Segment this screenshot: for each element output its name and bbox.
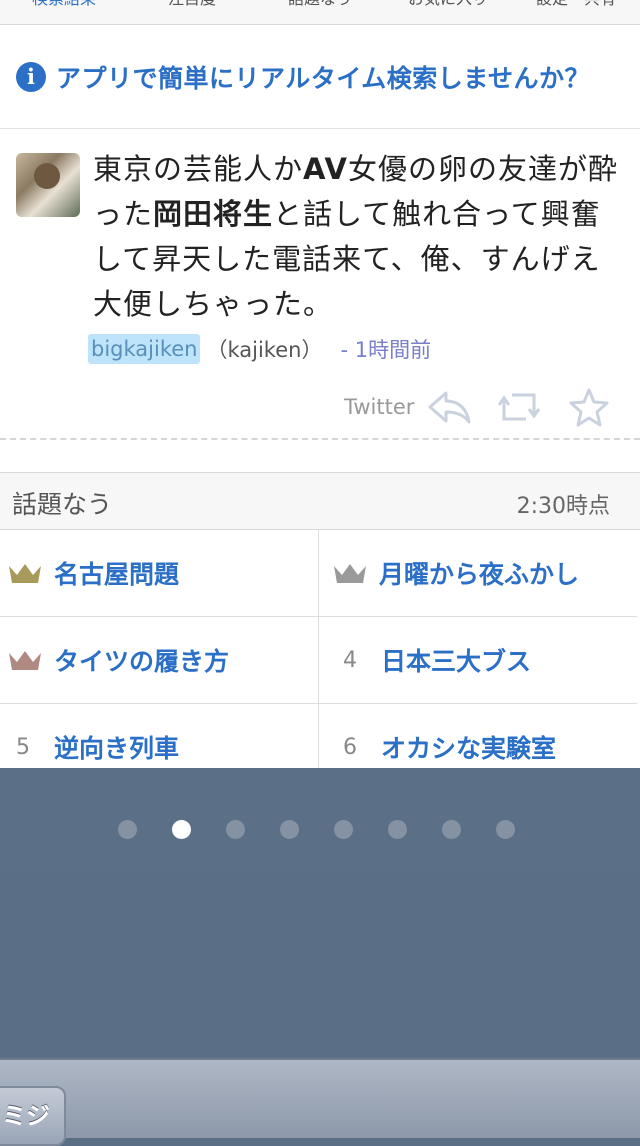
divider [0,438,640,440]
page-indicator[interactable] [118,820,550,839]
trending-item[interactable]: タイツの履き方 [0,617,319,704]
tweet-text-highlight: AV [303,152,348,186]
tweet-meta: bigkajiken （kajiken） - 1時間前 [88,334,431,364]
trending-item[interactable]: 4 日本三大ブス [319,617,637,704]
tab-attention[interactable]: 注目度 [128,0,256,24]
page-dot[interactable] [280,820,299,839]
trending-rank: 6 [343,734,357,760]
dock-button[interactable]: ミジ [0,1086,66,1146]
tweet-text: 東京の芸能人かAV女優の卵の友達が酔った岡田将生と話して触れ合って興奮して昇天し… [93,147,623,327]
retweet-icon[interactable] [498,387,544,427]
trending-header: 話題なう 2:30時点 [0,472,640,530]
trending-label: 日本三大ブス [381,647,532,676]
tab-bar: 検索結果 注目度 話題なう お気に入り 設定・共有 [0,0,640,25]
trending-item[interactable]: 5 逆向き列車 [0,704,319,768]
page-dot[interactable] [388,820,407,839]
trending-label: 逆向き列車 [54,734,180,763]
trending-item[interactable]: 月曜から夜ふかし [319,530,637,617]
background-area [0,768,640,1058]
page-dot[interactable] [226,820,245,839]
avatar[interactable] [16,153,80,217]
page-dot[interactable] [334,820,353,839]
tab-trending-now[interactable]: 話題なう [256,0,384,24]
trending-item[interactable]: 名古屋問題 [0,530,319,617]
tweet-username[interactable]: bigkajiken [88,334,201,364]
app-promo-text: アプリで簡単にリアルタイム検索しませんか？ [56,63,591,93]
tab-search-results[interactable]: 検索結果 [0,0,128,24]
bronze-crown-icon [9,651,41,670]
tweet-item[interactable]: 東京の芸能人かAV女優の卵の友達が酔った岡田将生と話して触れ合って興奮して昇天し… [0,129,640,441]
trending-label: 名古屋問題 [54,560,180,589]
page-dot[interactable] [118,820,137,839]
page-dot[interactable] [442,820,461,839]
tweet-handle: （kajiken） [206,338,323,362]
tweet-source: Twitter [344,395,415,419]
tweet-text-highlight: 岡田将生 [153,197,274,231]
trending-timestamp: 2:30時点 [516,494,610,519]
trending-label: 月曜から夜ふかし [379,560,580,589]
favorite-star-icon[interactable] [566,387,612,427]
page-dot[interactable] [496,820,515,839]
tab-favorites[interactable]: お気に入り [384,0,512,24]
tab-settings-share[interactable]: 設定・共有 [512,0,640,24]
search-results-card: 検索結果 注目度 話題なう お気に入り 設定・共有 i アプリで簡単にリアルタイ… [0,0,640,768]
silver-crown-icon [334,564,366,583]
info-icon: i [16,61,46,92]
reply-icon[interactable] [426,387,472,427]
trending-label: タイツの履き方 [54,647,230,676]
trending-label: オカシな実験室 [381,734,557,763]
trending-item[interactable]: 6 オカシな実験室 [319,704,637,768]
dock-bar: ミジ [0,1058,640,1146]
gold-crown-icon [9,564,41,583]
tweet-timestamp: - 1時間前 [340,338,432,362]
trending-rank: 4 [343,647,357,673]
app-promo-banner[interactable]: i アプリで簡単にリアルタイム検索しませんか？ [0,25,640,129]
tweet-text-segment: 東京の芸能人か [93,152,304,186]
trending-rank: 5 [16,734,30,760]
trending-title: 話題なう [12,490,113,519]
page-dot-active[interactable] [172,820,191,839]
